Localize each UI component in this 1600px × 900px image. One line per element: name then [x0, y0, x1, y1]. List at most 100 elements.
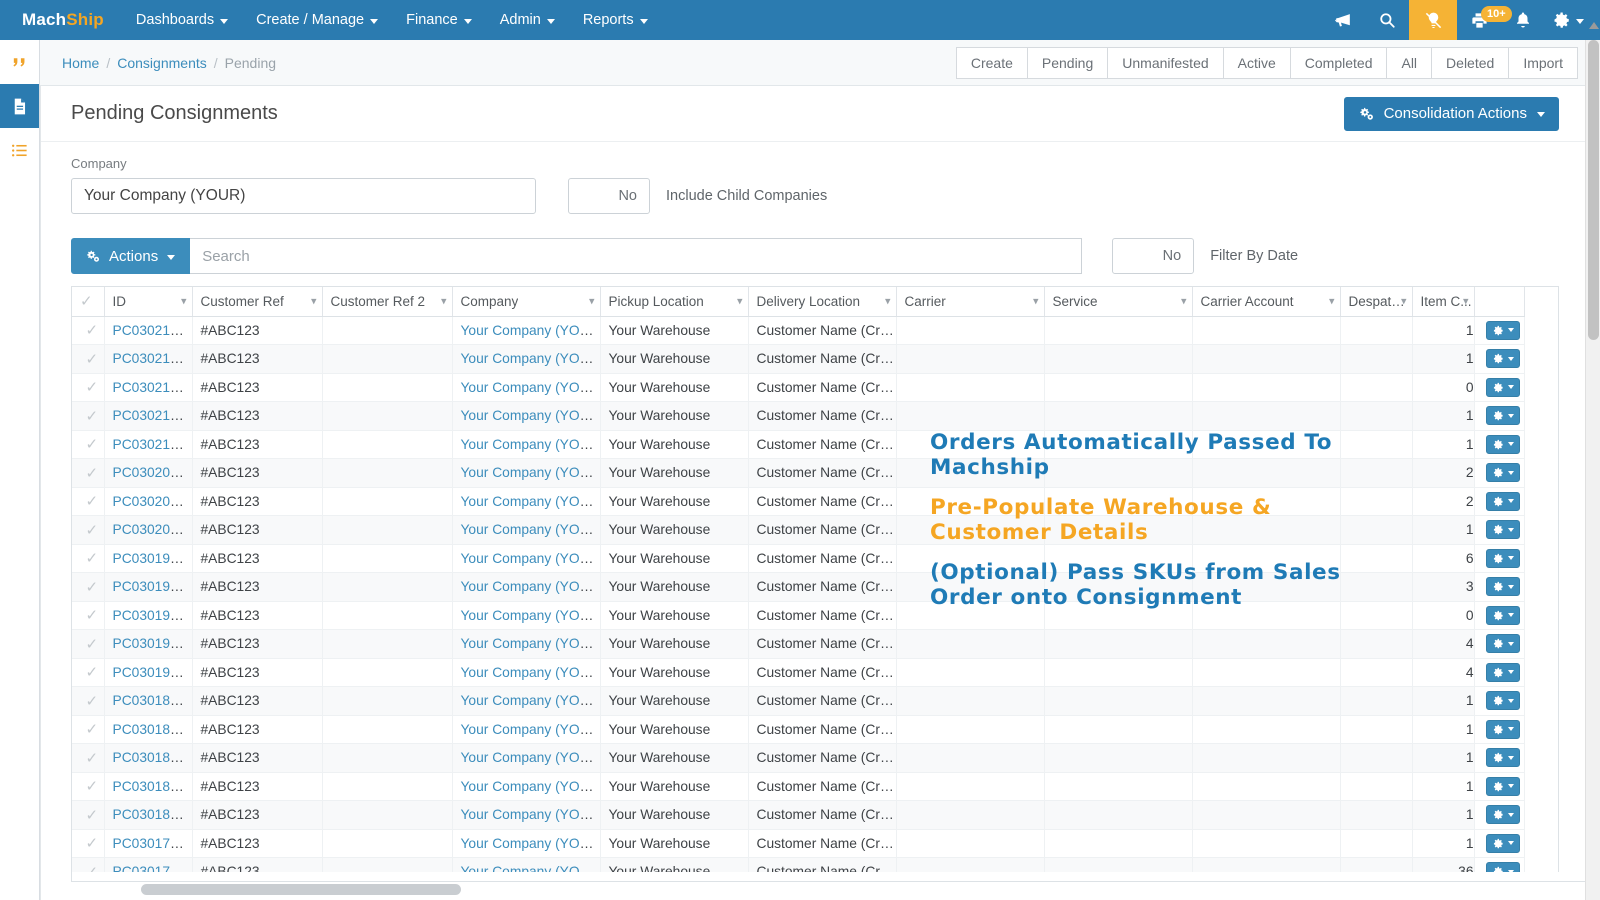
consignment-id-link[interactable]: PC03018127 — [113, 779, 192, 794]
cell-id[interactable]: PC03019175 — [104, 601, 193, 630]
check-icon[interactable]: ✓ — [85, 322, 98, 339]
column-header-item-count[interactable]: Item C... ▾ — [1412, 287, 1475, 317]
check-icon[interactable]: ✓ — [85, 607, 98, 624]
check-icon[interactable]: ✓ — [85, 636, 98, 653]
row-actions-button[interactable] — [1486, 463, 1520, 483]
column-header-customer-ref-2[interactable]: Customer Ref 2 ▾ — [322, 287, 453, 317]
column-header-carrier-account[interactable]: Carrier Account ▾ — [1192, 287, 1341, 317]
cell-row-actions[interactable] — [1474, 458, 1525, 488]
sidebar-item-manifests[interactable] — [0, 128, 39, 172]
horizontal-scrollbar[interactable] — [111, 884, 1586, 896]
cell-company[interactable]: Your Company (YOUR) — [452, 430, 601, 459]
tab-pending[interactable]: Pending — [1027, 46, 1109, 79]
table-row[interactable]: ✓ PC03018706 #ABC123 Your Company (YOUR) You… — [72, 686, 1525, 716]
company-link[interactable]: Your Company (YOUR) — [461, 693, 600, 708]
row-checkbox[interactable]: ✓ — [72, 658, 105, 687]
company-link[interactable]: Your Company (YOUR) — [461, 579, 600, 594]
row-actions-button[interactable] — [1486, 776, 1520, 796]
table-row[interactable]: ✓ PC03020107 #ABC123 Your Company (YOUR) You… — [72, 515, 1525, 545]
consignment-id-link[interactable]: PC03018276 — [113, 722, 192, 737]
cell-company[interactable]: Your Company (YOUR) — [452, 544, 601, 573]
chevron-down-icon[interactable]: ▾ — [181, 295, 187, 308]
row-actions-button[interactable] — [1486, 748, 1520, 768]
tab-unmanifested[interactable]: Unmanifested — [1108, 46, 1224, 79]
company-link[interactable]: Your Company (YOUR) — [461, 608, 600, 623]
company-link[interactable]: Your Company (YOUR) — [461, 836, 600, 851]
check-icon[interactable]: ✓ — [85, 522, 98, 539]
consignment-id-link[interactable]: PC03021214 — [113, 408, 192, 423]
include-child-companies-toggle[interactable]: No — [568, 178, 650, 214]
table-row[interactable]: ✓ PC03019174 #ABC123 Your Company (YOUR) You… — [72, 629, 1525, 659]
sidebar-item-consignments[interactable] — [0, 84, 39, 128]
nav-item-admin[interactable]: Admin — [486, 0, 569, 40]
check-icon[interactable]: ✓ — [85, 693, 98, 710]
cell-id[interactable]: PC03020499 — [104, 458, 193, 488]
row-checkbox[interactable]: ✓ — [72, 601, 105, 630]
company-link[interactable]: Your Company (YOUR) — [461, 722, 600, 737]
cell-row-actions[interactable] — [1474, 829, 1525, 858]
row-checkbox[interactable]: ✓ — [72, 487, 105, 516]
row-checkbox[interactable]: ✓ — [72, 373, 105, 402]
check-icon[interactable]: ✓ — [85, 778, 98, 795]
table-row[interactable]: ✓ PC03021216 #ABC123 Your Company (YOUR) You… — [72, 344, 1525, 374]
row-checkbox[interactable]: ✓ — [72, 772, 105, 801]
cell-company[interactable]: Your Company (YOUR) — [452, 515, 601, 545]
row-actions-button[interactable] — [1486, 805, 1520, 825]
consignment-id-link[interactable]: PC03020108 — [113, 494, 192, 509]
cell-company[interactable]: Your Company (YOUR) — [452, 658, 601, 687]
check-icon[interactable]: ✓ — [85, 664, 98, 681]
check-icon[interactable]: ✓ — [85, 750, 98, 767]
check-icon[interactable]: ✓ — [85, 465, 98, 482]
cell-company[interactable]: Your Company (YOUR) — [452, 458, 601, 488]
chevron-down-icon[interactable]: ▾ — [1329, 295, 1335, 308]
check-icon[interactable]: ✓ — [85, 721, 98, 738]
chevron-down-icon[interactable]: ▾ — [1181, 295, 1187, 308]
consignment-id-link[interactable]: PC03020107 — [113, 522, 192, 537]
cell-id[interactable]: PC03021216 — [104, 344, 193, 374]
row-checkbox[interactable]: ✓ — [72, 800, 105, 830]
check-icon[interactable]: ✓ — [85, 493, 98, 510]
cell-row-actions[interactable] — [1474, 430, 1525, 459]
search-input[interactable] — [190, 238, 1083, 274]
company-input[interactable] — [71, 178, 536, 214]
company-link[interactable]: Your Company (YOUR) — [461, 551, 600, 566]
search-icon[interactable] — [1365, 0, 1409, 40]
check-icon[interactable]: ✓ — [85, 807, 98, 824]
cell-id[interactable]: PC03019682 — [104, 544, 193, 573]
cell-id[interactable]: PC03017859 — [104, 829, 193, 858]
cell-id[interactable]: PC03019174 — [104, 629, 193, 659]
cell-row-actions[interactable] — [1474, 515, 1525, 545]
row-actions-button[interactable] — [1486, 406, 1520, 426]
chevron-down-icon[interactable]: ▾ — [1033, 295, 1039, 308]
row-actions-button[interactable] — [1486, 662, 1520, 682]
scroll-up-arrow-icon[interactable] — [1589, 22, 1599, 29]
company-link[interactable]: Your Company (YOUR) — [461, 380, 600, 395]
column-header-carrier[interactable]: Carrier ▾ — [896, 287, 1045, 317]
consignment-id-link[interactable]: PC03021216 — [113, 351, 192, 366]
consignment-id-link[interactable]: PC03019682 — [113, 551, 192, 566]
nav-item-create-manage[interactable]: Create / Manage — [242, 0, 392, 40]
row-actions-button[interactable] — [1486, 548, 1520, 568]
column-header-id[interactable]: ID ▾ — [104, 287, 193, 317]
row-checkbox[interactable]: ✓ — [72, 743, 105, 773]
cell-row-actions[interactable] — [1474, 401, 1525, 431]
vertical-scrollbar[interactable] — [1585, 22, 1600, 900]
chevron-down-icon[interactable]: ▾ — [1463, 295, 1469, 308]
cell-id[interactable]: PC03018255 — [104, 743, 193, 773]
cell-row-actions[interactable] — [1474, 487, 1525, 516]
row-actions-button[interactable] — [1486, 691, 1520, 711]
consignment-id-link[interactable]: PC03021016 — [113, 437, 192, 452]
tab-import[interactable]: Import — [1509, 46, 1578, 79]
cell-row-actions[interactable] — [1474, 601, 1525, 630]
row-checkbox[interactable]: ✓ — [72, 458, 105, 488]
cell-company[interactable]: Your Company (YOUR) — [452, 743, 601, 773]
breadcrumb-home[interactable]: Home — [62, 55, 99, 71]
sidebar-item-quotes[interactable] — [0, 40, 39, 84]
row-actions-button[interactable] — [1486, 577, 1520, 597]
company-link[interactable]: Your Company (YOUR) — [461, 807, 600, 822]
consignment-id-link[interactable]: PC03020499 — [113, 465, 192, 480]
row-actions-button[interactable] — [1486, 491, 1520, 511]
megaphone-icon[interactable] — [1321, 0, 1365, 40]
cell-company[interactable]: Your Company (YOUR) — [452, 344, 601, 374]
column-header-select-all[interactable]: ✓ — [72, 287, 105, 317]
